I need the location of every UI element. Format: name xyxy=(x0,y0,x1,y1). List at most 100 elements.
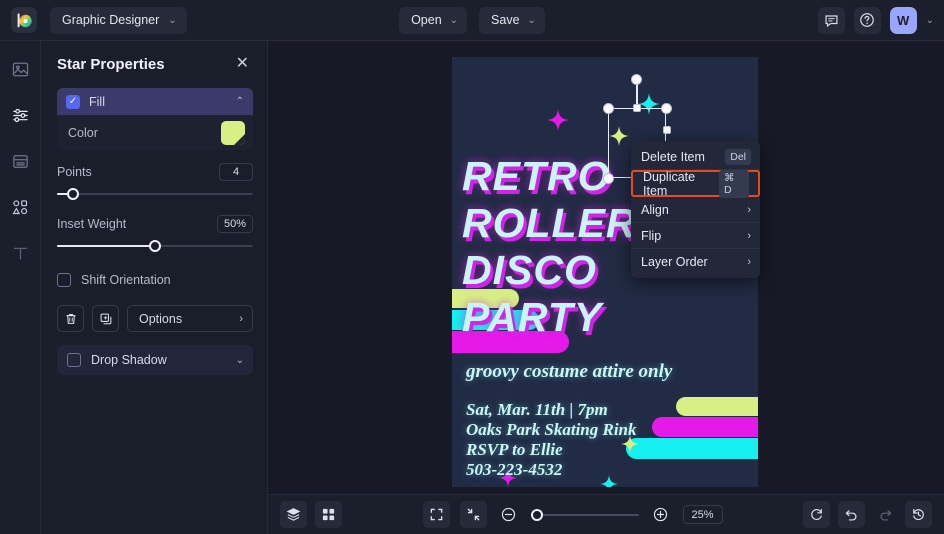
chevron-right-icon: › xyxy=(747,230,751,242)
handle-top-middle[interactable] xyxy=(633,104,641,112)
zoom-in-button[interactable] xyxy=(649,503,673,527)
context-menu-item-flip[interactable]: Flip › xyxy=(631,223,760,249)
drop-shadow-checkbox[interactable] xyxy=(67,353,81,367)
layers-button[interactable] xyxy=(280,501,307,528)
collapse-view-button[interactable] xyxy=(460,501,487,528)
points-slider[interactable] xyxy=(57,186,253,202)
rotate-handle[interactable] xyxy=(631,74,642,85)
layout-icon xyxy=(11,152,30,171)
handle-top-right[interactable] xyxy=(661,103,672,114)
save-label: Save xyxy=(491,13,520,27)
context-menu-label: Delete Item xyxy=(641,150,705,164)
fit-screen-button[interactable] xyxy=(423,501,450,528)
handle-top-left[interactable] xyxy=(603,103,614,114)
rail-item-text[interactable] xyxy=(6,239,34,267)
context-menu-shortcut: Del xyxy=(725,149,751,165)
context-menu-shortcut: ⌘ D xyxy=(719,170,749,198)
page-title: Star Properties xyxy=(57,56,165,73)
zoom-slider-knob[interactable] xyxy=(531,509,543,521)
close-icon[interactable]: ✕ xyxy=(232,54,253,74)
image-icon xyxy=(11,60,30,79)
collapse-icon xyxy=(466,507,481,522)
poster-detail-4: 503-223-4532 xyxy=(466,460,562,480)
save-button[interactable]: Save ⌄ xyxy=(479,7,545,34)
text-icon xyxy=(11,244,30,263)
panel-header: Star Properties ✕ xyxy=(57,54,253,74)
context-menu-item-duplicate-item[interactable]: Duplicate Item ⌘ D xyxy=(631,170,760,197)
chevron-right-icon: › xyxy=(747,256,751,268)
poster-headline-3: DISCO xyxy=(462,251,597,290)
chevron-up-icon: ⌃ xyxy=(236,96,244,107)
zoom-out-icon xyxy=(500,506,517,523)
deco-bar-cyan-2 xyxy=(626,438,758,459)
handle-bottom-left[interactable] xyxy=(603,173,614,184)
undo-icon xyxy=(844,507,859,522)
layers-icon xyxy=(286,507,301,522)
context-menu-item-delete-item[interactable]: Delete Item Del xyxy=(631,144,760,170)
inset-weight-value[interactable]: 50% xyxy=(217,215,253,233)
open-button[interactable]: Open ⌄ xyxy=(399,7,467,34)
points-slider-knob[interactable] xyxy=(67,188,79,200)
inset-weight-slider[interactable] xyxy=(57,238,253,254)
canvas-area[interactable]: RETRO ROLLER DISCO PARTY groovy costume … xyxy=(268,41,944,494)
app-root: Graphic Designer ⌄ Open ⌄ Save ⌄ xyxy=(0,0,944,534)
adjustments-icon xyxy=(11,106,30,125)
redo-icon xyxy=(878,507,893,522)
handle-right-middle[interactable] xyxy=(663,126,671,134)
drop-shadow-row[interactable]: Drop Shadow ⌄ xyxy=(57,345,253,375)
rail-item-image[interactable] xyxy=(6,55,34,83)
shift-orientation-label: Shift Orientation xyxy=(81,273,171,287)
context-menu-label: Duplicate Item xyxy=(643,170,719,198)
drop-shadow-label: Drop Shadow xyxy=(91,353,226,367)
deco-bar-magenta-2 xyxy=(652,417,758,437)
poster-headline-1: RETRO xyxy=(462,157,611,196)
options-button[interactable]: Options › xyxy=(127,305,253,332)
fill-color-row: Color xyxy=(57,115,253,150)
poster-detail-1: Sat, Mar. 11th | 7pm xyxy=(466,400,608,420)
rail-item-adjustments[interactable] xyxy=(6,101,34,129)
history-button[interactable] xyxy=(905,501,932,528)
context-menu-label: Flip xyxy=(641,229,661,243)
file-actions: Open ⌄ Save ⌄ xyxy=(0,7,944,34)
fit-screen-icon xyxy=(429,507,444,522)
zoom-slider[interactable] xyxy=(531,507,639,523)
history-icon xyxy=(911,507,926,522)
context-menu-item-align[interactable]: Align › xyxy=(631,197,760,223)
zoom-out-button[interactable] xyxy=(497,503,521,527)
grid-view-button[interactable] xyxy=(315,501,342,528)
star-cyan-small[interactable] xyxy=(600,475,618,487)
inset-weight-header: Inset Weight 50% xyxy=(57,215,253,233)
duplicate-shape-button[interactable] xyxy=(92,305,119,332)
chevron-right-icon: › xyxy=(239,313,243,325)
poster-headline-2: ROLLER xyxy=(462,204,637,243)
shift-orientation-row[interactable]: Shift Orientation xyxy=(57,273,253,287)
inset-weight-label: Inset Weight xyxy=(57,217,126,231)
points-value[interactable]: 4 xyxy=(219,163,253,181)
reset-button[interactable] xyxy=(803,501,830,528)
inset-weight-slider-knob[interactable] xyxy=(149,240,161,252)
properties-panel: Star Properties ✕ Fill ⌃ Color Points 4 xyxy=(41,41,268,534)
rail-item-layout[interactable] xyxy=(6,147,34,175)
tool-rail xyxy=(0,41,41,534)
options-label: Options xyxy=(139,312,182,326)
poster-tagline: groovy costume attire only xyxy=(466,361,672,383)
delete-shape-button[interactable] xyxy=(57,305,84,332)
context-menu-item-layer-order[interactable]: Layer Order › xyxy=(631,249,760,275)
color-swatch[interactable] xyxy=(221,121,245,145)
refresh-icon xyxy=(809,507,824,522)
zoom-level-value[interactable]: 25% xyxy=(683,505,723,524)
fill-group: Fill ⌃ Color xyxy=(57,88,253,150)
zoom-controls: 25% xyxy=(423,501,723,528)
star-magenta[interactable] xyxy=(547,109,569,131)
poster-headline-4: PARTY xyxy=(462,298,602,337)
shape-actions: Options › xyxy=(57,305,253,332)
undo-button[interactable] xyxy=(838,501,865,528)
redo-button[interactable] xyxy=(873,503,897,527)
rail-item-shapes[interactable] xyxy=(6,193,34,221)
deco-bar-yellow-2 xyxy=(676,397,758,416)
fill-label: Fill xyxy=(89,95,227,109)
fill-section-header[interactable]: Fill ⌃ xyxy=(57,88,253,115)
shift-orientation-checkbox[interactable] xyxy=(57,273,71,287)
duplicate-icon xyxy=(99,312,113,326)
fill-checkbox[interactable] xyxy=(66,95,80,109)
